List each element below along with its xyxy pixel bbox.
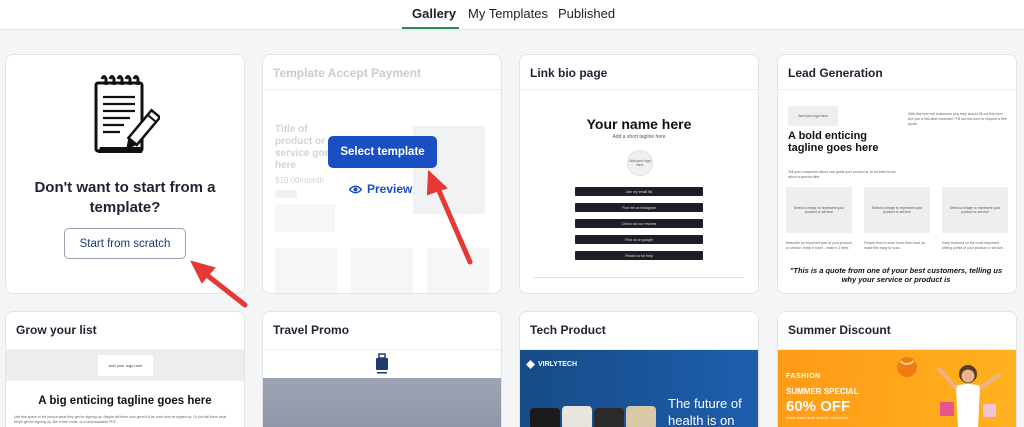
- bio-link-item: Find me on Instagram: [575, 203, 703, 212]
- travel-hero-image: [263, 378, 501, 427]
- ghost-box-1: [275, 248, 337, 293]
- smartwatches-image: [530, 406, 656, 427]
- template-card-grow-your-list[interactable]: Grow your list Add your logo here A big …: [5, 311, 245, 427]
- price-ghost: $10.00/month: [275, 176, 324, 185]
- template-card-link-bio[interactable]: Link bio page Your name here Add a short…: [519, 54, 759, 294]
- notepad-pencil-icon: [94, 75, 160, 153]
- bio-link-item: Find us on google: [575, 235, 703, 244]
- summer-special: SUMMER SPECIAL: [786, 387, 859, 396]
- eye-icon: [349, 185, 362, 193]
- beach-ball-icon: [897, 357, 917, 377]
- bio-name-heading: Your name here: [586, 116, 692, 132]
- ghost-box-2: [351, 248, 413, 293]
- top-tab-bar: Gallery My Templates Published: [0, 0, 1024, 30]
- lead-logo-placeholder: Add your logo here: [788, 106, 838, 126]
- lead-description: Tell your customers about how great your…: [788, 170, 896, 179]
- summer-brand: FASHION: [786, 373, 821, 380]
- lead-image-box: Select a image to represent your product…: [942, 187, 1008, 233]
- tech-brand: VIRLYTECH: [526, 360, 577, 369]
- card-title: Travel Promo: [273, 323, 350, 337]
- template-card-accept-payment[interactable]: Template Accept Payment Title of product…: [262, 54, 502, 294]
- card-title: Tech Product: [530, 323, 606, 337]
- summer-offer: 60% OFF: [786, 398, 851, 415]
- bio-link-item: Check out our reviews: [575, 219, 703, 228]
- ghost-paragraph: [275, 204, 335, 232]
- tab-published[interactable]: Published: [558, 6, 615, 21]
- tab-gallery[interactable]: Gallery: [412, 6, 456, 21]
- card-title: Link bio page: [530, 66, 608, 80]
- template-preview: Add your logo here A bold enticing tagli…: [778, 89, 1016, 293]
- card-title: Template Accept Payment: [273, 66, 422, 80]
- grow-body-text: Use this space to tell people what they …: [14, 415, 227, 424]
- template-card-summer-discount[interactable]: Summer Discount FASHION SUMMER SPECIAL 6…: [777, 311, 1017, 427]
- bio-link-item: Join my email list: [575, 187, 703, 196]
- template-card-lead-generation[interactable]: Lead Generation Add your logo here A bol…: [777, 54, 1017, 294]
- active-tab-indicator: [402, 27, 459, 29]
- card-title: Summer Discount: [788, 323, 891, 337]
- lead-side-text: With this form tell customers why they s…: [908, 112, 1007, 126]
- template-preview: FASHION SUMMER SPECIAL 60% OFF Lorem ips…: [778, 349, 1016, 427]
- ghost-button: [275, 190, 297, 198]
- template-preview: [263, 349, 501, 427]
- woman-with-shopping-bags-image: [936, 365, 1002, 427]
- template-card-tech-product[interactable]: Tech Product VIRLYTECH The future of hea…: [519, 311, 759, 427]
- template-card-travel-promo[interactable]: Travel Promo: [262, 311, 502, 427]
- divider: [534, 277, 744, 278]
- template-preview: Add your logo here A big enticing taglin…: [6, 349, 244, 427]
- start-from-scratch-button[interactable]: Start from scratch: [64, 228, 186, 259]
- tech-brand-name: VIRLYTECH: [538, 361, 578, 368]
- template-preview: VIRLYTECH The future of health is on you…: [520, 349, 758, 427]
- scratch-heading: Don't want to start from a template?: [34, 179, 216, 216]
- brand-logo-icon: [526, 360, 535, 369]
- preview-label: Preview: [367, 182, 413, 196]
- grow-logo-placeholder: Add your logo here: [98, 355, 153, 376]
- lead-benefit: Describe an important part of your produ…: [786, 241, 852, 250]
- suitcase-icon: [376, 353, 388, 374]
- lead-benefit: People tend to scan more than read, so m…: [864, 241, 926, 250]
- tech-headline: The future of health is on your: [668, 396, 742, 427]
- ghost-box-3: [427, 248, 489, 293]
- bio-logo-placeholder: Add your logo here: [627, 150, 653, 176]
- summer-small-text: Lorem ipsum dolor sit amet, consectetur: [786, 416, 849, 420]
- card-title: Grow your list: [16, 323, 97, 337]
- start-from-scratch-card[interactable]: Don't want to start from a template? Sta…: [5, 54, 245, 294]
- lead-image-box: Select a image to represent your product…: [864, 187, 930, 233]
- lead-image-box: Select a image to represent your product…: [786, 187, 852, 233]
- grow-tagline: A big enticing tagline goes here: [38, 395, 212, 407]
- card-title: Lead Generation: [788, 66, 883, 80]
- bio-tagline: Add a short tagline here: [612, 134, 666, 140]
- select-template-button[interactable]: Select template: [328, 136, 437, 168]
- bio-link-item: Reach us for help: [575, 251, 703, 260]
- template-preview: Your name here Add a short tagline here …: [520, 89, 758, 293]
- lead-benefit: Keep featured on the most important sell…: [942, 241, 1004, 250]
- lead-quote: "This is a quote from one of your best c…: [789, 266, 1003, 284]
- tab-my-templates[interactable]: My Templates: [468, 6, 548, 21]
- preview-link[interactable]: Preview: [349, 182, 412, 196]
- lead-tagline: A bold enticing tagline goes here: [788, 130, 879, 154]
